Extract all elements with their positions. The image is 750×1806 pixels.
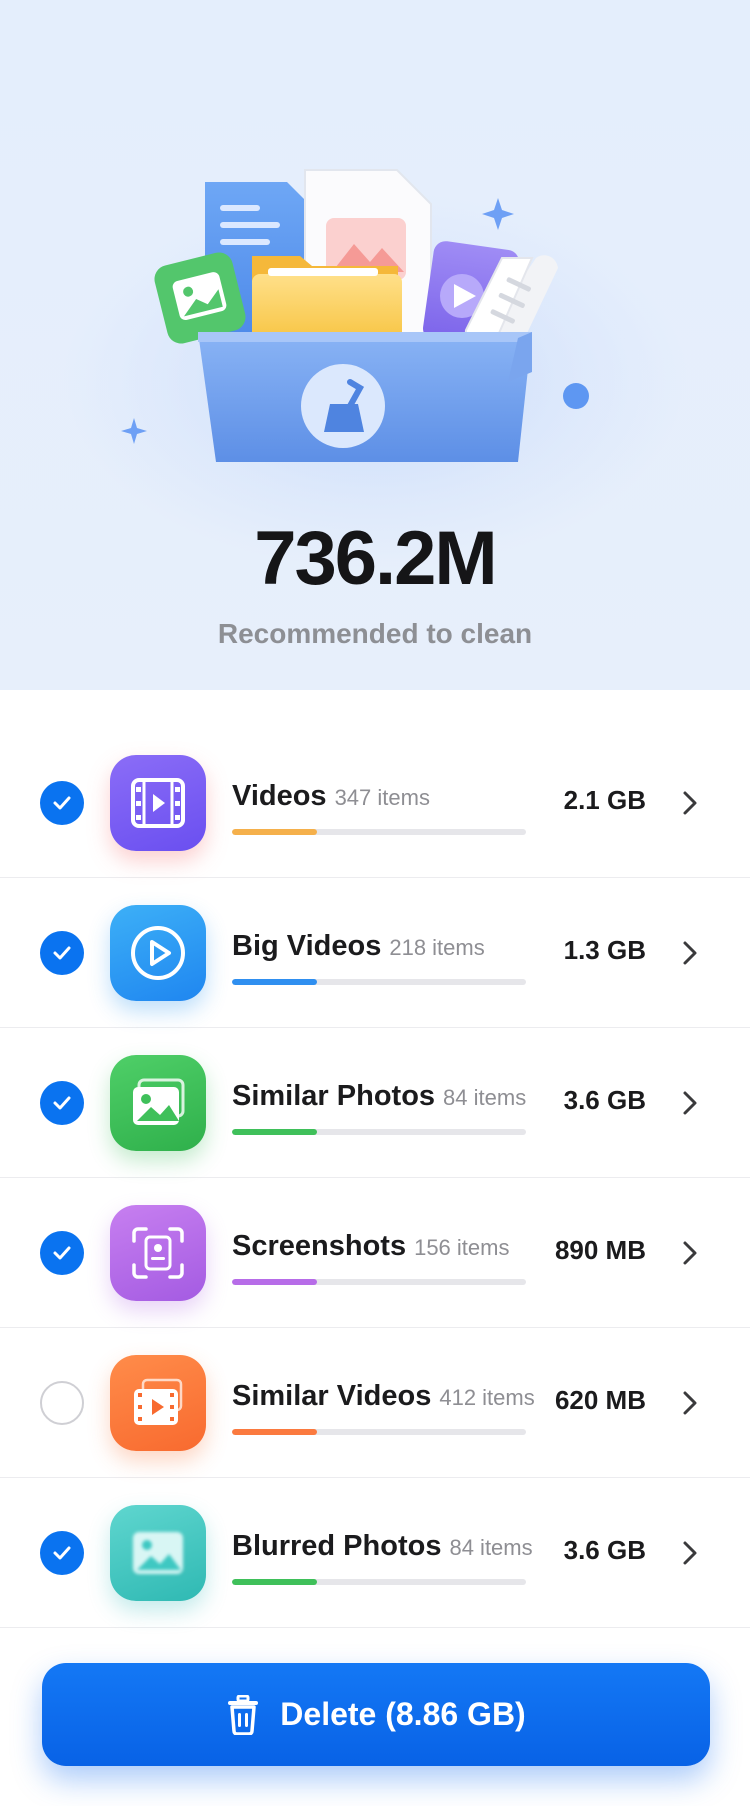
- screenshot-icon: [110, 1205, 206, 1301]
- progress-fill: [232, 1129, 318, 1135]
- checkmark-icon: [53, 946, 71, 960]
- category-row-similar-videos[interactable]: Similar Videos 412 items 620 MB: [0, 1328, 750, 1478]
- category-title: Similar Videos 412 items: [232, 1380, 535, 1413]
- folder-icon: [252, 256, 402, 342]
- checkbox-checked[interactable]: [40, 781, 84, 825]
- category-row-similar-photos[interactable]: Similar Photos 84 items 3.6 GB: [0, 1028, 750, 1178]
- progress-bar: [232, 1129, 526, 1135]
- item-count: 412 items: [439, 1385, 535, 1410]
- cleaner-box-illustration: [121, 169, 589, 462]
- item-count: 218 items: [389, 935, 485, 960]
- chevron-right-icon[interactable]: [680, 1390, 700, 1416]
- category-size: 3.6 GB: [563, 1535, 646, 1565]
- category-size: 620 MB: [554, 1385, 646, 1415]
- item-count: 156 items: [414, 1235, 510, 1260]
- trash-icon: [228, 1694, 259, 1735]
- progress-fill: [232, 829, 318, 835]
- category-size: 1.3 GB: [563, 935, 646, 965]
- category-title: Big Videos 218 items: [232, 930, 485, 963]
- chevron-right-icon[interactable]: [680, 1240, 700, 1266]
- item-count: 347 items: [334, 785, 430, 810]
- box-icon: [198, 332, 532, 462]
- category-name: Videos: [232, 780, 327, 812]
- progress-bar: [232, 1279, 526, 1285]
- category-name: Big Videos: [232, 930, 382, 962]
- progress-fill: [232, 1279, 318, 1285]
- chevron-right-icon[interactable]: [680, 1090, 700, 1116]
- category-title: Similar Photos 84 items: [232, 1080, 526, 1113]
- delete-button[interactable]: Delete (8.86 GB): [42, 1663, 710, 1766]
- item-count: 84 items: [443, 1085, 527, 1110]
- progress-bar: [232, 979, 526, 985]
- hero-section: 736.2M Recommended to clean: [0, 0, 750, 690]
- category-name: Screenshots: [232, 1230, 407, 1262]
- category-row-blurred-photos[interactable]: Blurred Photos 84 items 3.6 GB: [0, 1478, 750, 1628]
- category-name: Blurred Photos: [232, 1530, 442, 1562]
- category-name: Similar Videos: [232, 1380, 432, 1412]
- checkmark-icon: [53, 1246, 71, 1260]
- play-circle-icon: [110, 905, 206, 1001]
- progress-fill: [232, 979, 318, 985]
- sparkle-icon: [482, 198, 514, 230]
- dot-decoration: [563, 383, 589, 409]
- video-frames-icon: [110, 1355, 206, 1451]
- progress-fill: [232, 1579, 318, 1585]
- progress-bar: [232, 829, 526, 835]
- checkbox-unchecked[interactable]: [40, 1381, 84, 1425]
- sparkle-icon: [121, 418, 147, 444]
- category-list: Videos 347 items 2.1 GB Big Videos 218 ite…: [0, 728, 750, 1628]
- item-count: 84 items: [449, 1535, 533, 1560]
- total-cleanable-size: 736.2M: [254, 516, 498, 601]
- category-title: Blurred Photos 84 items: [232, 1530, 533, 1563]
- checkmark-icon: [53, 1096, 71, 1110]
- progress-bar: [232, 1579, 526, 1585]
- category-size: 3.6 GB: [563, 1085, 646, 1115]
- chevron-right-icon[interactable]: [680, 790, 700, 816]
- category-row-big-videos[interactable]: Big Videos 218 items 1.3 GB: [0, 878, 750, 1028]
- progress-fill: [232, 1429, 318, 1435]
- category-row-screenshots[interactable]: Screenshots 156 items 890 MB: [0, 1178, 750, 1328]
- checkbox-checked[interactable]: [40, 931, 84, 975]
- category-title: Screenshots 156 items: [232, 1230, 509, 1263]
- blurred-photo-icon: [110, 1505, 206, 1601]
- delete-button-label: Delete (8.86 GB): [280, 1696, 526, 1732]
- chevron-right-icon[interactable]: [680, 1540, 700, 1566]
- photo-icon: [110, 1055, 206, 1151]
- checkbox-checked[interactable]: [40, 1231, 84, 1275]
- progress-bar: [232, 1429, 526, 1435]
- checkbox-checked[interactable]: [40, 1531, 84, 1575]
- checkbox-checked[interactable]: [40, 1081, 84, 1125]
- category-row-videos[interactable]: Videos 347 items 2.1 GB: [0, 728, 750, 878]
- category-title: Videos 347 items: [232, 780, 430, 813]
- checkmark-icon: [53, 1546, 71, 1560]
- category-size: 890 MB: [554, 1235, 646, 1265]
- checkmark-icon: [53, 796, 71, 810]
- hero-subtitle: Recommended to clean: [217, 618, 533, 649]
- chevron-right-icon[interactable]: [680, 940, 700, 966]
- film-icon: [110, 755, 206, 851]
- category-name: Similar Photos: [232, 1080, 436, 1112]
- category-size: 2.1 GB: [563, 785, 646, 815]
